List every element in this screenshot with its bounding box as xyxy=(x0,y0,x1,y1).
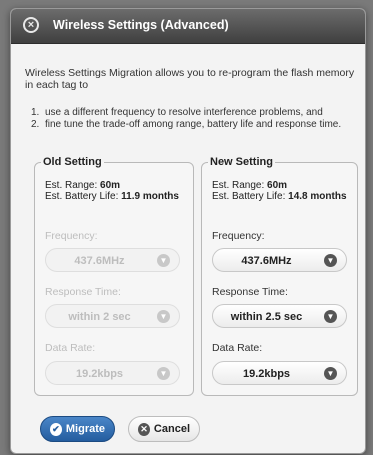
old-datarate-select: 19.2kbps ▼ xyxy=(45,361,180,385)
old-setting-group: Old Setting Est. Range: 60m Est. Battery… xyxy=(34,156,194,396)
list-item: 1. use a different frequency to resolve … xyxy=(31,107,323,118)
old-response-label: Response Time: xyxy=(45,286,121,298)
close-icon: ✕ xyxy=(138,422,150,436)
old-range-value: 60m xyxy=(100,180,121,191)
old-response-select: within 2 sec ▼ xyxy=(45,304,180,328)
chevron-down-icon: ▼ xyxy=(157,367,170,380)
list-item: 2. fine tune the trade-off among range, … xyxy=(31,119,342,130)
dialog-titlebar: × Wireless Settings (Advanced) xyxy=(11,9,365,44)
new-datarate-label: Data Rate: xyxy=(212,342,263,354)
chevron-down-icon[interactable]: ▼ xyxy=(324,367,337,380)
close-icon[interactable]: × xyxy=(23,17,39,33)
new-response-select[interactable]: within 2.5 sec ▼ xyxy=(212,304,347,328)
chevron-down-icon: ▼ xyxy=(157,310,170,323)
old-datarate-label: Data Rate: xyxy=(45,342,96,354)
migrate-button[interactable]: ✔ Migrate xyxy=(40,416,115,442)
check-icon: ✔ xyxy=(50,422,62,436)
new-setting-legend: New Setting xyxy=(210,156,273,168)
new-datarate-select[interactable]: 19.2kbps ▼ xyxy=(212,361,347,385)
new-response-label: Response Time: xyxy=(212,286,288,298)
new-range-value: 60m xyxy=(267,180,288,191)
old-setting-estimates: Est. Range: 60m Est. Battery Life: 11.9 … xyxy=(45,180,179,202)
chevron-down-icon[interactable]: ▼ xyxy=(324,310,337,323)
new-setting-group: New Setting Est. Range: 60m Est. Battery… xyxy=(201,156,358,396)
cancel-button[interactable]: ✕ Cancel xyxy=(128,416,200,442)
old-frequency-label: Frequency: xyxy=(45,230,98,242)
intro-text: Wireless Settings Migration allows you t… xyxy=(25,67,355,91)
chevron-down-icon: ▼ xyxy=(157,254,170,267)
chevron-down-icon[interactable]: ▼ xyxy=(324,254,337,267)
purpose-list: 1. use a different frequency to resolve … xyxy=(31,107,357,131)
new-setting-estimates: Est. Range: 60m Est. Battery Life: 14.8 … xyxy=(212,180,347,202)
new-frequency-select[interactable]: 437.6MHz ▼ xyxy=(212,248,347,272)
old-frequency-select: 437.6MHz ▼ xyxy=(45,248,180,272)
new-battery-value: 14.8 months xyxy=(288,191,347,202)
old-battery-value: 11.9 months xyxy=(121,191,179,202)
old-setting-legend: Old Setting xyxy=(43,156,102,168)
new-frequency-label: Frequency: xyxy=(212,230,265,242)
wireless-settings-dialog: × Wireless Settings (Advanced) Wireless … xyxy=(10,8,366,454)
dialog-title: Wireless Settings (Advanced) xyxy=(53,18,229,32)
